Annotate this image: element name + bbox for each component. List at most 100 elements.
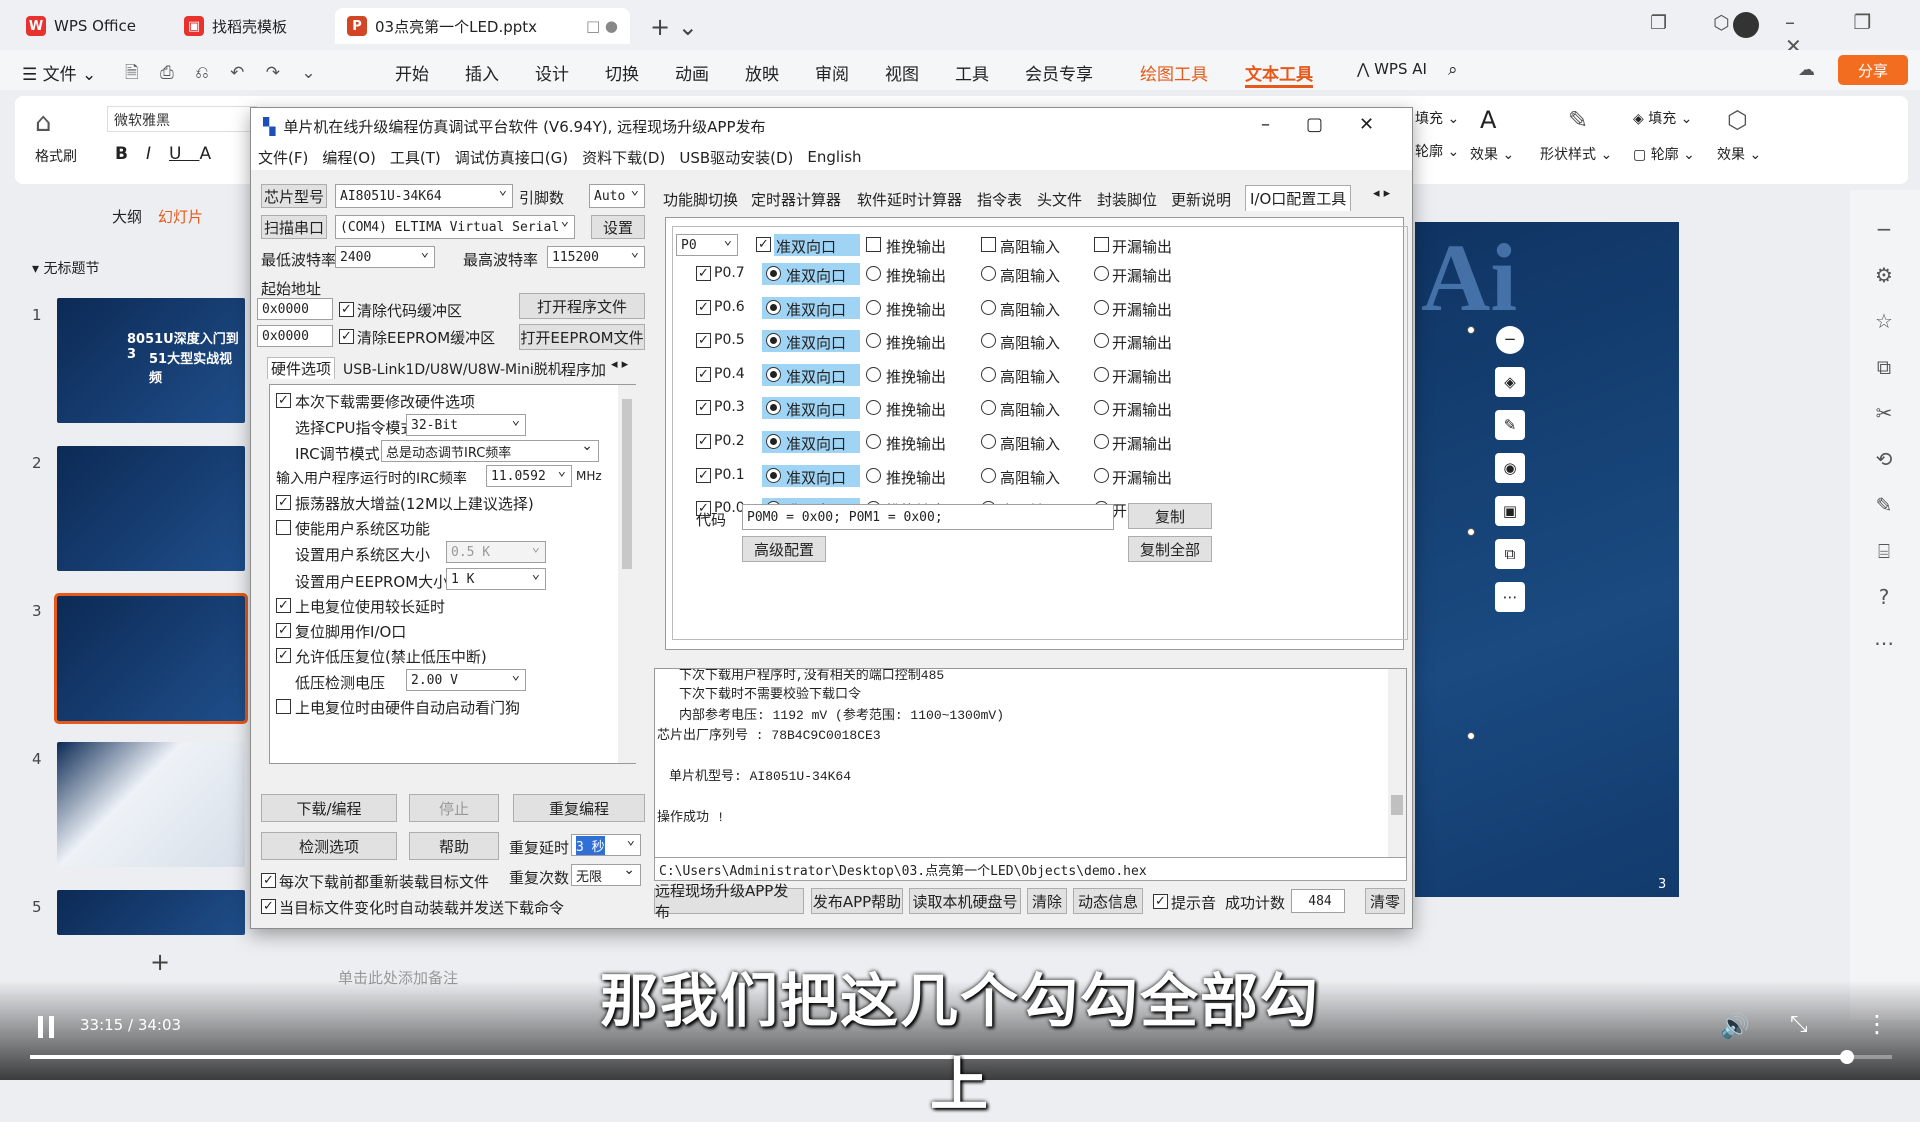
pin-enable-checkbox[interactable]: ✓ xyxy=(696,400,711,416)
font-style-icons[interactable]: BIUA xyxy=(115,144,229,164)
minus-icon[interactable]: − xyxy=(1496,326,1524,354)
log-scrollbar[interactable] xyxy=(1388,669,1406,877)
tab-timer-calc[interactable]: 定时器计算器 xyxy=(751,189,841,210)
dmenu-program[interactable]: 编程(O) xyxy=(315,147,383,168)
volume-icon[interactable]: 🔊 xyxy=(1720,1012,1750,1040)
pen-icon[interactable]: ✎ xyxy=(1495,410,1525,440)
eeprom-addr-input[interactable]: 0x0000 xyxy=(257,325,333,347)
irc-freq-input[interactable]: 11.0592 xyxy=(486,463,572,487)
clear-code-checkbox[interactable]: ✓ xyxy=(339,302,354,317)
pin-hiz-radio[interactable] xyxy=(981,299,996,315)
settings-button[interactable]: 设置 xyxy=(591,215,645,239)
menu-file[interactable]: ☰ 文件 ⌄ xyxy=(22,60,96,85)
slide-canvas[interactable]: Ai 3 xyxy=(1415,222,1679,897)
dmenu-usb[interactable]: USB驱动安装(D) xyxy=(672,147,800,168)
read-hdd-button[interactable]: 读取本机硬盘号 xyxy=(909,888,1021,914)
help-button[interactable]: 帮助 xyxy=(409,832,499,860)
font-select[interactable]: 微软雅黑 xyxy=(107,106,257,132)
text-effect-icon[interactable]: A xyxy=(1480,106,1496,134)
fill-dropdown[interactable]: 填充 ⌄ xyxy=(1415,108,1459,128)
all-pp-checkbox[interactable] xyxy=(866,237,881,252)
eeprom-size-select[interactable]: 1 K xyxy=(446,566,546,590)
clear-log-button[interactable]: 清除 xyxy=(1027,888,1067,914)
hw-scrollbar[interactable] xyxy=(618,385,636,763)
pin-enable-checkbox[interactable]: ✓ xyxy=(696,467,711,483)
tab-instructions[interactable]: 指令表 xyxy=(977,189,1022,210)
stop-button[interactable]: 停止 xyxy=(409,794,499,822)
clear-eeprom-checkbox[interactable]: ✓ xyxy=(339,329,354,344)
pin-od-radio[interactable] xyxy=(1094,266,1109,281)
tab-header-file[interactable]: 头文件 xyxy=(1037,189,1082,210)
menu-transition[interactable]: 切换 xyxy=(605,60,639,85)
max-baud-select[interactable]: 115200 xyxy=(547,244,645,268)
frame-icon[interactable]: ▣ xyxy=(1495,496,1525,526)
pin-select[interactable]: Auto xyxy=(589,182,645,208)
menu-slideshow[interactable]: 放映 xyxy=(745,60,779,85)
long-delay-checkbox[interactable]: ✓ xyxy=(276,598,291,613)
menu-review[interactable]: 审阅 xyxy=(815,60,849,85)
fullscreen-exit-icon[interactable]: ⤡ xyxy=(1790,1012,1808,1037)
irc-mode-select[interactable]: 总是动态调节IRC频率 xyxy=(381,438,599,462)
check-options-button[interactable]: 检测选项 xyxy=(261,832,397,860)
pin-pp-radio[interactable] xyxy=(866,266,881,281)
copy-all-button[interactable]: 复制全部 xyxy=(1128,536,1212,562)
pin-pp-radio[interactable] xyxy=(866,299,881,315)
sidebar-tool-icons[interactable]: − ⚙ ☆ ⧉ ✂ ⟲ ✎ ⌸? ⋯ xyxy=(1874,206,1894,666)
pin-pp-radio[interactable] xyxy=(866,434,881,449)
cloud-icon[interactable]: ☁ xyxy=(1798,60,1815,80)
menu-view[interactable]: 视图 xyxy=(885,60,919,85)
subtab-scroll-icon[interactable]: ◂ ▸ xyxy=(611,357,628,372)
code-addr-input[interactable]: 0x0000 xyxy=(257,298,333,320)
log-area[interactable]: 下次下载用户程序时,没有相关的端口控制485 下次下载时不需要校验下载口令 内部… xyxy=(654,668,1407,878)
pin-enable-checkbox[interactable]: ✓ xyxy=(696,434,711,449)
video-progress-handle[interactable] xyxy=(1840,1050,1855,1064)
chip-select[interactable]: AI8051U-34K64 xyxy=(335,182,513,208)
repeat-delay-select[interactable]: 3 秒 xyxy=(571,832,641,856)
tab-outline[interactable]: 大纲 xyxy=(112,206,142,227)
slide-thumb-1[interactable]: 8051U深度入门到3 51大型实战视频 xyxy=(57,298,245,423)
selection-handle[interactable] xyxy=(1467,326,1475,334)
all-od-checkbox[interactable] xyxy=(1094,237,1109,252)
slide-thumb-3[interactable] xyxy=(54,593,248,724)
tab-package[interactable]: 封装脚位 xyxy=(1097,189,1157,210)
pin-quasi-radio[interactable] xyxy=(766,434,781,449)
add-slide-icon[interactable]: + xyxy=(150,948,170,976)
fill-icon[interactable]: ◉ xyxy=(1495,453,1525,483)
new-tab-icon[interactable]: + ⌄ xyxy=(650,13,698,41)
outline-dropdown[interactable]: 轮廓 ⌄ xyxy=(1415,141,1459,161)
hex-path-field[interactable]: C:\Users\Administrator\Desktop\03.点亮第一个L… xyxy=(654,857,1407,881)
pin-od-radio[interactable] xyxy=(1094,299,1109,315)
code-output-field[interactable]: P0M0 = 0x00; P0M1 = 0x00; xyxy=(742,504,1114,530)
menu-animation[interactable]: 动画 xyxy=(675,60,709,85)
outline2-dropdown[interactable]: ▢ 轮廓 ⌄ xyxy=(1633,144,1695,164)
wdt-checkbox[interactable] xyxy=(276,699,291,714)
slide-thumb-5[interactable] xyxy=(57,890,245,935)
shape-style-icon[interactable]: ✎ xyxy=(1568,106,1588,134)
pin-quasi-radio[interactable] xyxy=(766,266,781,281)
advanced-config-button[interactable]: 高级配置 xyxy=(742,536,826,562)
fill2-dropdown[interactable]: ◈ 填充 ⌄ xyxy=(1633,108,1692,128)
menu-draw-tools[interactable]: 绘图工具 xyxy=(1140,60,1208,85)
pin-quasi-radio[interactable] xyxy=(766,366,781,382)
port-select[interactable]: P0 xyxy=(676,232,738,256)
effect2-dropdown[interactable]: 效果 ⌄ xyxy=(1717,144,1761,164)
menu-design[interactable]: 设计 xyxy=(535,60,569,85)
pin-hiz-radio[interactable] xyxy=(981,266,996,281)
reset-io-checkbox[interactable]: ✓ xyxy=(276,623,291,638)
menu-tools[interactable]: 工具 xyxy=(955,60,989,85)
dmenu-english[interactable]: English xyxy=(800,148,868,166)
reprogram-button[interactable]: 重复编程 xyxy=(513,794,645,822)
repeat-count-select[interactable]: 无限 xyxy=(571,862,641,886)
section-header[interactable]: ▾ 无标题节 xyxy=(32,258,99,278)
subtab-program[interactable]: 程序加 xyxy=(561,359,606,380)
pin-hiz-radio[interactable] xyxy=(981,467,996,483)
pin-pp-radio[interactable] xyxy=(866,366,881,382)
format-painter-icon[interactable]: ⌂ xyxy=(35,108,52,138)
selection-handle[interactable] xyxy=(1467,732,1475,740)
copy-icon[interactable]: ⧉ xyxy=(1495,539,1525,569)
remote-upgrade-button[interactable]: 远程现场升级APP发布 xyxy=(654,882,804,921)
pin-enable-checkbox[interactable]: ✓ xyxy=(696,333,711,349)
layers-icon[interactable]: ◈ xyxy=(1495,367,1525,397)
scan-port-button[interactable]: 扫描串口 xyxy=(261,215,327,239)
dmenu-tools[interactable]: 工具(T) xyxy=(383,147,448,168)
